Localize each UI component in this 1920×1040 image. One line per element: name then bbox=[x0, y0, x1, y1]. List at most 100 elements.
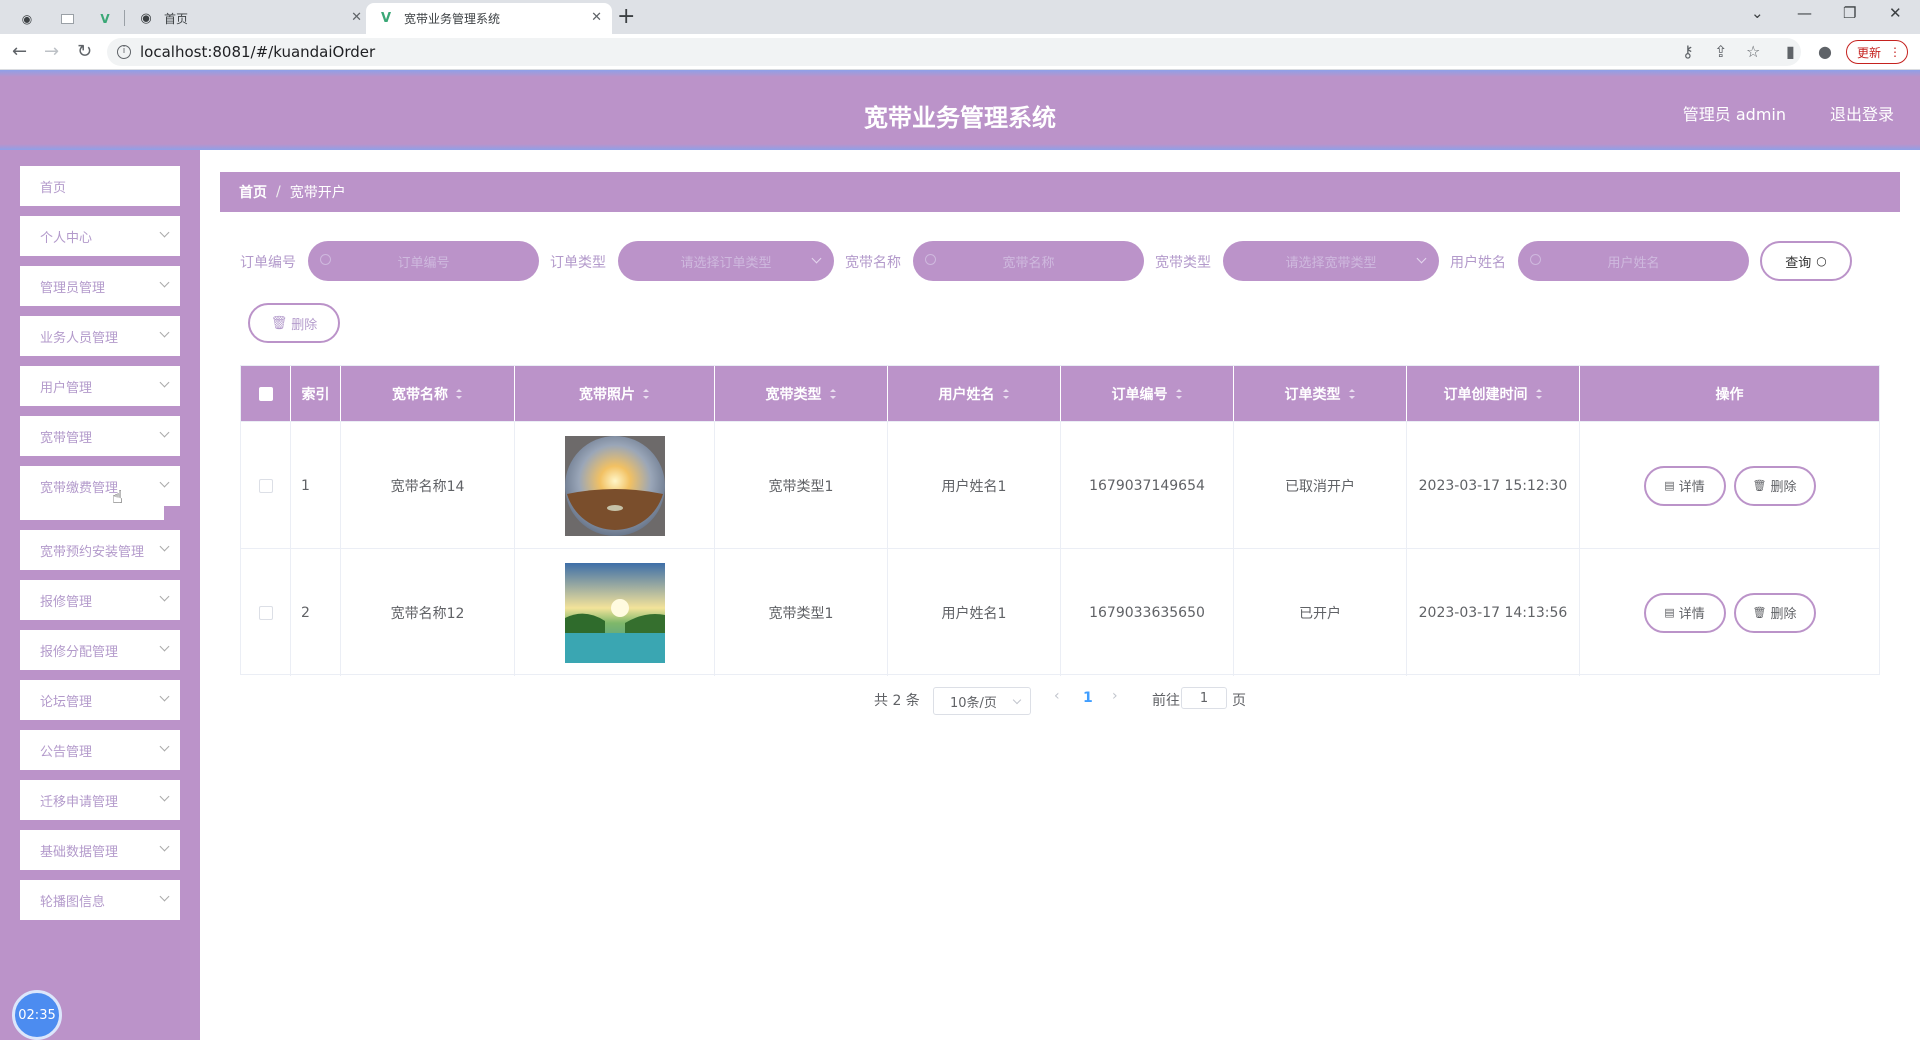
next-page-icon[interactable]: › bbox=[1112, 688, 1118, 704]
sidebar-item-payment[interactable]: 宽带缴费管理 bbox=[20, 466, 180, 506]
col-order-type[interactable]: 订单类型 bbox=[1234, 366, 1407, 421]
chevron-down-icon bbox=[159, 227, 170, 238]
total-count: 共 2 条 bbox=[874, 693, 920, 709]
url-text: localhost:8081/#/kuandaiOrder bbox=[140, 43, 376, 61]
sidebar-item-staff[interactable]: 业务人员管理 bbox=[20, 316, 180, 356]
sidebar-item-users[interactable]: 用户管理 bbox=[20, 366, 180, 406]
profile-icon[interactable]: ● bbox=[1818, 42, 1832, 61]
query-button[interactable]: 查询 ○ bbox=[1760, 241, 1852, 281]
sort-icon[interactable] bbox=[1175, 388, 1183, 399]
cell-actions: ▤ 详情 🗑 删除 bbox=[1580, 549, 1879, 676]
chevron-down-icon bbox=[159, 791, 170, 802]
key-icon[interactable]: ⚷ bbox=[1682, 42, 1694, 61]
sidebar-item-carousel[interactable]: 轮播图信息 bbox=[20, 880, 180, 920]
sort-icon[interactable] bbox=[643, 388, 650, 399]
select-all-checkbox[interactable] bbox=[258, 386, 273, 401]
cell-created: 2023-03-17 14:13:56 bbox=[1407, 549, 1580, 676]
cell-order-type: 已取消开户 bbox=[1234, 422, 1407, 549]
detail-button[interactable]: ▤ 详情 bbox=[1643, 465, 1726, 506]
logout-link[interactable]: 退出登录 bbox=[1830, 101, 1894, 125]
close-icon[interactable]: ✕ bbox=[351, 10, 362, 25]
order-no-input[interactable]: 订单编号 bbox=[308, 241, 539, 281]
sidebar-item-repair-assign[interactable]: 报修分配管理 bbox=[20, 630, 180, 670]
new-tab-icon[interactable]: + bbox=[617, 4, 635, 29]
back-arrow-icon[interactable]: ← bbox=[12, 41, 27, 62]
cell-order-type: 已开户 bbox=[1234, 549, 1407, 676]
cell-type: 宽带类型1 bbox=[715, 422, 888, 549]
sidebar-item-migration[interactable]: 迁移申请管理 bbox=[20, 780, 180, 820]
col-order-no[interactable]: 订单编号 bbox=[1061, 366, 1234, 421]
browser-tab-active[interactable]: V 宽带业务管理系统 ✕ bbox=[366, 3, 612, 34]
col-index: 索引 bbox=[291, 366, 341, 421]
close-icon[interactable]: ✕ bbox=[591, 10, 602, 25]
cell-photo bbox=[515, 549, 715, 676]
col-type[interactable]: 宽带类型 bbox=[715, 366, 888, 421]
window-close-icon[interactable]: ✕ bbox=[1889, 4, 1902, 22]
globe-icon: ◉ bbox=[140, 11, 152, 26]
col-user[interactable]: 用户姓名 bbox=[888, 366, 1061, 421]
sort-icon[interactable] bbox=[829, 388, 837, 399]
sidebar-item-repairs[interactable]: 报修管理 bbox=[20, 580, 180, 620]
row-select-cell bbox=[241, 422, 291, 549]
broadband-name-input[interactable]: 宽带名称 bbox=[913, 241, 1144, 281]
broadband-name-label: 宽带名称 bbox=[845, 255, 901, 271]
sidebar-item-base-data[interactable]: 基础数据管理 bbox=[20, 830, 180, 870]
chevron-down-icon bbox=[1416, 253, 1427, 264]
sort-icon[interactable] bbox=[456, 388, 463, 399]
sidebar-item-admins[interactable]: 管理员管理 bbox=[20, 266, 180, 306]
chevron-down-icon bbox=[159, 477, 170, 488]
col-created[interactable]: 订单创建时间 bbox=[1407, 366, 1580, 421]
trash-icon: 🗑 bbox=[1752, 606, 1767, 619]
share-icon[interactable]: ⇪ bbox=[1714, 42, 1727, 61]
order-type-select[interactable]: 请选择订单类型 bbox=[618, 241, 834, 281]
sort-icon[interactable] bbox=[1002, 388, 1010, 399]
chevron-down-icon bbox=[159, 541, 170, 552]
delete-button[interactable]: 🗑 删除 bbox=[1733, 465, 1816, 506]
chevron-down-icon bbox=[159, 641, 170, 652]
delete-button[interactable]: 🗑 删除 bbox=[1733, 592, 1816, 633]
batch-delete-button[interactable]: 🗑 删除 bbox=[248, 303, 340, 343]
chevron-down-icon bbox=[159, 741, 170, 752]
col-name[interactable]: 宽带名称 bbox=[341, 366, 515, 421]
globe-icon: ◉ bbox=[21, 11, 33, 26]
breadcrumb-home[interactable]: 首页 bbox=[239, 182, 267, 202]
restore-icon[interactable]: ❐ bbox=[1843, 4, 1856, 22]
sort-icon[interactable] bbox=[1535, 388, 1543, 399]
kebab-menu-icon: ⋮ bbox=[1889, 45, 1902, 59]
broadband-type-select[interactable]: 请选择宽带类型 bbox=[1223, 241, 1439, 281]
broadband-type-label: 宽带类型 bbox=[1155, 255, 1211, 271]
goto-page-input[interactable]: 1 bbox=[1181, 687, 1227, 709]
side-panel-icon[interactable]: ▮ bbox=[1786, 42, 1795, 61]
prev-page-icon[interactable]: ‹ bbox=[1054, 688, 1060, 704]
update-button[interactable]: 更新 ⋮ bbox=[1846, 40, 1908, 64]
document-icon: ▤ bbox=[1664, 479, 1675, 492]
sidebar-item-profile[interactable]: 个人中心 bbox=[20, 216, 180, 256]
orders-table: 索引 宽带名称 宽带照片 宽带类型 用户姓名 订单编号 订单类型 订单创建时间 … bbox=[240, 365, 1880, 676]
browser-tab[interactable]: ◉ 首页 ✕ bbox=[126, 3, 372, 34]
tab-search-icon[interactable]: ⌄ bbox=[1751, 4, 1764, 22]
minimize-icon[interactable]: — bbox=[1797, 4, 1812, 22]
pinned-tab[interactable]: ◉ bbox=[12, 3, 42, 34]
sort-icon[interactable] bbox=[1348, 388, 1356, 399]
info-icon[interactable]: i bbox=[117, 45, 131, 59]
page-number-current[interactable]: 1 bbox=[1083, 690, 1093, 706]
url-field[interactable]: i localhost:8081/#/kuandaiOrder bbox=[107, 38, 1801, 66]
col-photo[interactable]: 宽带照片 bbox=[515, 366, 715, 421]
search-icon bbox=[1530, 254, 1541, 265]
user-name-input[interactable]: 用户姓名 bbox=[1518, 241, 1749, 281]
detail-button[interactable]: ▤ 详情 bbox=[1643, 592, 1726, 633]
page-size-select[interactable]: 10条/页 bbox=[933, 687, 1031, 715]
bookmark-star-icon[interactable]: ☆ bbox=[1746, 42, 1760, 61]
pinned-tab[interactable] bbox=[52, 3, 82, 34]
pinned-tab[interactable]: V bbox=[90, 3, 120, 34]
sidebar-item-broadband[interactable]: 宽带管理 bbox=[20, 416, 180, 456]
sidebar-item-install-booking[interactable]: 宽带预约安装管理 bbox=[20, 530, 180, 570]
sidebar-item-home[interactable]: 首页 bbox=[20, 166, 180, 206]
forward-arrow-icon[interactable]: → bbox=[44, 41, 59, 62]
row-checkbox[interactable] bbox=[258, 478, 273, 493]
sidebar-item-notices[interactable]: 公告管理 bbox=[20, 730, 180, 770]
sidebar-item-forum[interactable]: 论坛管理 bbox=[20, 680, 180, 720]
row-checkbox[interactable] bbox=[258, 605, 273, 620]
col-actions: 操作 bbox=[1715, 386, 1744, 403]
reload-icon[interactable]: ↻ bbox=[77, 41, 92, 62]
